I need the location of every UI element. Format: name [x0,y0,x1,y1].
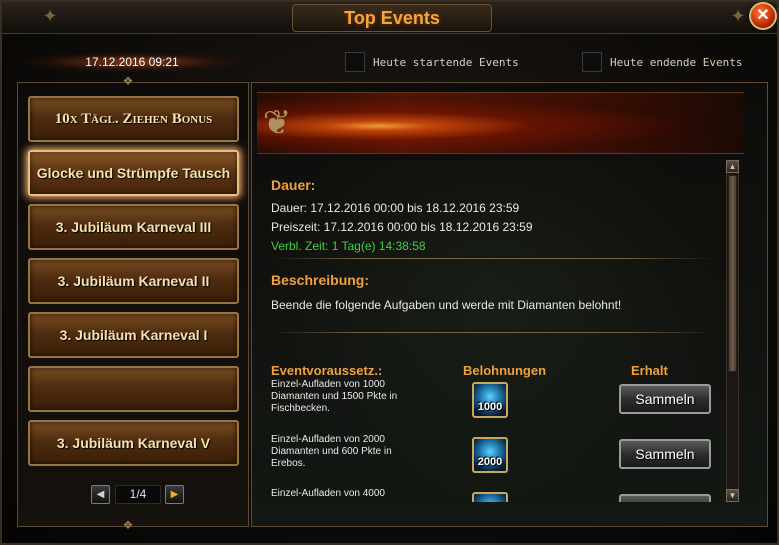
prize-time-text: Preiszeit: 17.12.2016 00:00 bis 18.12.20… [271,220,533,234]
column-requirement: Eventvoraussetz.: [271,363,383,378]
task-line: Diamanten und 600 Pkte in [271,446,392,457]
sidebar-item-event-5[interactable]: 3. Jubiläum Karneval I [28,312,239,358]
task-requirement: Einzel-Aufladen von 4000 [271,488,421,500]
filter-starting-today[interactable]: Heute startende Events [345,51,519,73]
chevron-down-icon: ▼ [728,491,737,500]
diamond-reward-icon[interactable]: 2000 [472,437,508,473]
description-title: Beschreibung: [271,272,370,288]
scroll-down-button[interactable]: ▼ [726,489,739,502]
task-line: Diamanten und 1500 Pkte in [271,391,398,402]
filter-ending-checkbox[interactable] [582,52,602,72]
diamond-reward-icon[interactable] [472,492,508,502]
task-line: Einzel-Aufladen von 2000 [271,434,385,445]
task-line: Erebos. [271,458,306,469]
filter-starting-label: Heute startende Events [373,55,519,69]
divider [271,258,714,259]
divider [271,332,714,333]
banner-ornament-icon: ❦ [262,104,292,142]
pager-next-button[interactable]: ▶ [165,485,184,504]
sidebar-item-event-3[interactable]: 3. Jubiläum Karneval III [28,204,239,250]
filter-ending-label: Heute endende Events [610,55,743,69]
pager-label: 1/4 [115,485,161,504]
sidebar-item-event-1[interactable]: 10x Tägl. Ziehen Bonus [28,96,239,142]
description-text: Beende die folgende Aufgaben und werde m… [271,298,622,312]
task-line: Fischbecken. [271,403,330,414]
collect-button[interactable]: Sammeln [619,439,711,469]
task-requirement: Einzel-Aufladen von 2000 Diamanten und 6… [271,434,421,470]
arrow-left-icon: ◀ [96,489,105,500]
collect-button[interactable]: Sammeln [619,384,711,414]
duration-text: Dauer: 17.12.2016 00:00 bis 18.12.2016 2… [271,201,520,215]
sidebar-item-event-6[interactable] [28,366,239,412]
chevron-up-icon: ▲ [728,162,737,171]
scrollbar-thumb[interactable] [728,175,737,372]
diamond-reward-icon[interactable]: 1000 [472,382,508,418]
sidebar-item-event-4[interactable]: 3. Jubiläum Karneval II [28,258,239,304]
collect-button[interactable] [619,494,711,502]
duration-title: Dauer: [271,177,316,193]
window-title: Top Events [292,4,492,32]
column-rewards: Belohnungen [463,363,547,378]
reward-amount: 1000 [477,401,503,413]
task-line: Einzel-Aufladen von 4000 [271,488,385,499]
task-row-clipped: Einzel-Aufladen von 4000 [261,482,723,502]
task-requirement: Einzel-Aufladen von 1000 Diamanten und 1… [271,379,421,415]
filter-ending-today[interactable]: Heute endende Events [582,51,742,73]
current-datetime: 17.12.2016 09:21 [22,52,242,72]
pager-prev-button[interactable]: ◀ [91,485,110,504]
remaining-time-text: Verbl. Zeit: 1 Tag(e) 14:38:58 [271,239,426,253]
sidebar-item-event-2[interactable]: Glocke und Strümpfe Tausch [28,150,239,196]
event-banner [257,92,744,154]
top-events-window: ✦ Top Events ✦ ✕ 17.12.2016 09:21 Heute … [0,0,779,545]
arrow-right-icon: ▶ [170,489,179,500]
sidebar-item-event-7[interactable]: 3. Jubiläum Karneval V [28,420,239,466]
scroll-up-button[interactable]: ▲ [726,160,739,173]
close-button[interactable]: ✕ [749,2,777,30]
title-ornament-left-icon: ✦ [42,6,58,26]
left-ornament-top-icon: ❖ [122,74,134,88]
left-ornament-bottom-icon: ❖ [122,518,134,532]
column-received: Erhalt [631,363,668,378]
reward-amount: 2000 [477,456,503,468]
filter-starting-checkbox[interactable] [345,52,365,72]
task-line: Einzel-Aufladen von 1000 [271,379,385,390]
